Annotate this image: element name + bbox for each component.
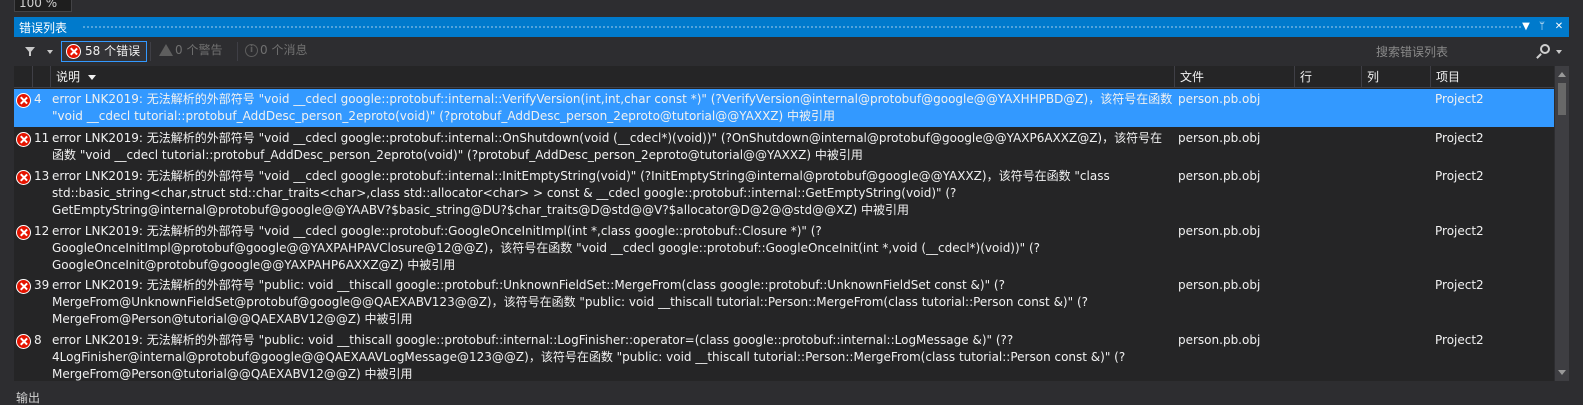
window-position-dropdown-icon[interactable]: ▼ xyxy=(1519,18,1533,35)
header-file-label: 文件 xyxy=(1180,70,1205,84)
search-icon[interactable] xyxy=(1540,44,1550,54)
header-project-label: 项目 xyxy=(1436,70,1461,84)
row-file: person.pb.obj xyxy=(1178,333,1261,347)
messages-count-label: 0 个消息 xyxy=(260,43,308,57)
pin-icon[interactable]: ᛘ xyxy=(1535,18,1549,35)
table-row[interactable]: 39 error LNK2019: 无法解析的外部符号 "public: voi… xyxy=(14,275,1554,329)
error-list-titlebar: 错误列表 ▼ ᛘ ✕ xyxy=(14,17,1569,37)
titlebar-grip[interactable] xyxy=(82,25,1521,30)
row-number: 13 xyxy=(34,169,50,183)
error-list-grid: 说明 文件 行 列 项目 4 error LNK2019: 无法解析的外部符号 … xyxy=(14,66,1554,381)
header-project[interactable]: 项目 xyxy=(1430,66,1554,88)
error-icon xyxy=(16,225,31,240)
row-description: error LNK2019: 无法解析的外部符号 "void __cdecl g… xyxy=(52,169,1114,217)
header-file[interactable]: 文件 xyxy=(1174,66,1294,88)
row-number: 39 xyxy=(34,278,50,292)
row-project: Project2 xyxy=(1435,224,1484,238)
messages-filter-button[interactable]: i 0 个消息 xyxy=(243,41,323,62)
header-description[interactable]: 说明 xyxy=(50,66,1174,88)
bottom-tab-strip: 输出 xyxy=(0,381,1583,405)
vertical-scrollbar[interactable] xyxy=(1555,66,1569,381)
toolbar-separator xyxy=(237,42,238,61)
error-icon xyxy=(16,279,31,294)
row-number: 12 xyxy=(34,224,50,238)
table-row[interactable]: 8 error LNK2019: 无法解析的外部符号 "public: void… xyxy=(14,330,1554,381)
filter-button[interactable] xyxy=(22,43,60,60)
table-row[interactable]: 4 error LNK2019: 无法解析的外部符号 "void __cdecl… xyxy=(14,89,1554,127)
output-tab[interactable]: 输出 xyxy=(16,389,40,405)
error-list-toolbar: 58 个错误 0 个警告 i 0 个消息 xyxy=(14,38,1569,65)
row-description: error LNK2019: 无法解析的外部符号 "public: void _… xyxy=(52,278,1088,326)
row-description: error LNK2019: 无法解析的外部符号 "void __cdecl g… xyxy=(52,224,1041,272)
scrollbar-thumb[interactable] xyxy=(1558,83,1566,115)
errors-count-label: 58 个错误 xyxy=(85,44,141,58)
header-description-label: 说明 xyxy=(56,70,81,84)
info-icon: i xyxy=(245,44,258,57)
row-description: error LNK2019: 无法解析的外部符号 "void __cdecl g… xyxy=(52,131,1163,162)
table-row[interactable]: 11 error LNK2019: 无法解析的外部符号 "void __cdec… xyxy=(14,128,1554,165)
grid-header: 说明 文件 行 列 项目 xyxy=(14,66,1554,88)
errors-filter-button[interactable]: 58 个错误 xyxy=(61,41,147,62)
row-number: 4 xyxy=(34,92,42,106)
row-number: 8 xyxy=(34,333,42,347)
toolbar-separator xyxy=(150,42,151,61)
search-icon-handle xyxy=(1536,53,1542,59)
row-project: Project2 xyxy=(1435,169,1484,183)
table-row[interactable]: 13 error LNK2019: 无法解析的外部符号 "void __cdec… xyxy=(14,166,1554,220)
row-description: error LNK2019: 无法解析的外部符号 "public: void _… xyxy=(52,333,1126,381)
error-icon xyxy=(16,334,31,349)
row-description: error LNK2019: 无法解析的外部符号 "void __cdecl g… xyxy=(52,92,1173,123)
header-line-label: 行 xyxy=(1300,70,1313,84)
error-icon xyxy=(16,132,31,147)
error-icon xyxy=(16,93,31,108)
row-file: person.pb.obj xyxy=(1178,278,1261,292)
warnings-filter-button[interactable]: 0 个警告 xyxy=(157,41,235,62)
scroll-up-arrow-icon[interactable] xyxy=(1558,72,1566,77)
panel-title: 错误列表 xyxy=(19,21,68,35)
table-row[interactable]: 12 error LNK2019: 无法解析的外部符号 "void __cdec… xyxy=(14,221,1554,274)
zoom-strip: 100 % xyxy=(0,0,1583,14)
row-project: Project2 xyxy=(1435,131,1484,145)
row-project: Project2 xyxy=(1435,333,1484,347)
header-number-column[interactable] xyxy=(32,66,50,88)
scroll-down-arrow-icon[interactable] xyxy=(1558,370,1566,375)
warnings-count-label: 0 个警告 xyxy=(175,43,223,57)
row-project: Project2 xyxy=(1435,278,1484,292)
search-options-chevron-icon[interactable] xyxy=(1556,50,1562,54)
header-column-label: 列 xyxy=(1367,70,1380,84)
row-file: person.pb.obj xyxy=(1178,131,1261,145)
row-project: Project2 xyxy=(1435,92,1484,106)
warning-icon xyxy=(159,44,173,56)
error-icon xyxy=(16,170,31,185)
header-line[interactable]: 行 xyxy=(1294,66,1361,88)
chevron-down-icon xyxy=(47,50,53,54)
zoom-combobox[interactable]: 100 % xyxy=(14,0,72,12)
header-icon-column[interactable] xyxy=(14,66,32,88)
header-column[interactable]: 列 xyxy=(1361,66,1430,88)
funnel-stem xyxy=(29,52,31,56)
row-number: 11 xyxy=(34,131,50,145)
row-file: person.pb.obj xyxy=(1178,169,1261,183)
row-file: person.pb.obj xyxy=(1178,92,1261,106)
search-box xyxy=(1370,42,1567,61)
search-input[interactable] xyxy=(1370,42,1535,61)
close-icon[interactable]: ✕ xyxy=(1552,18,1566,35)
error-icon xyxy=(66,44,81,59)
row-file: person.pb.obj xyxy=(1178,224,1261,238)
sort-descending-icon xyxy=(88,75,97,80)
